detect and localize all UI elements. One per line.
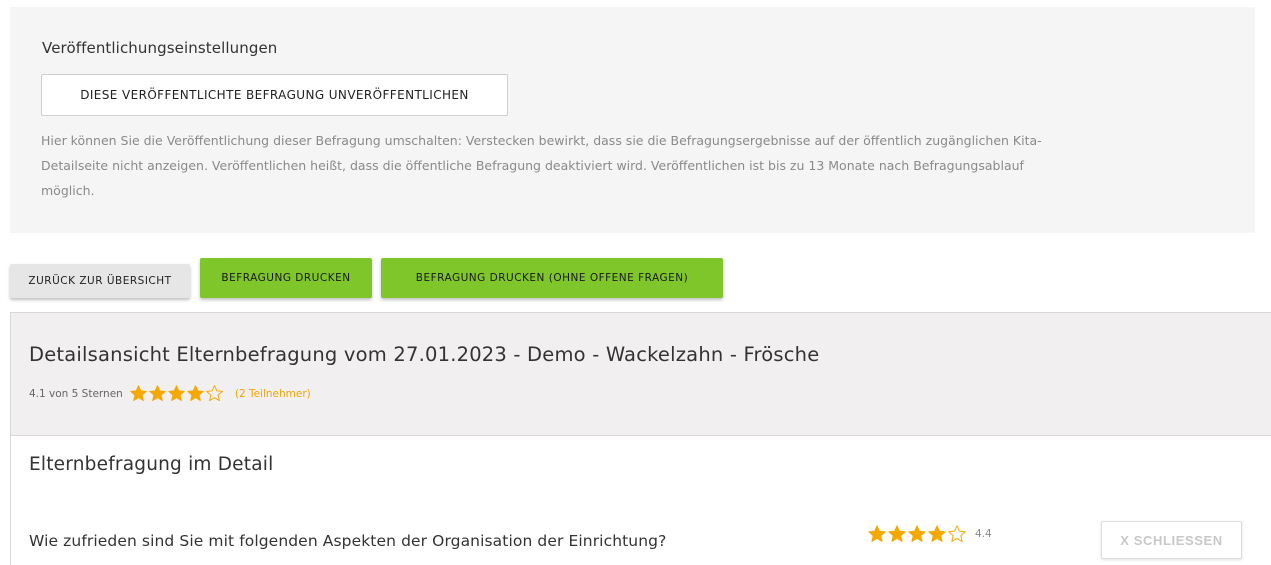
detail-section: Elternbefragung im Detail Wie zufrieden … bbox=[10, 436, 1271, 565]
star-empty-icon bbox=[205, 384, 224, 403]
publication-description-line: möglich. bbox=[41, 183, 95, 198]
star-filled-icon bbox=[148, 384, 167, 403]
question-rating: 4.4 bbox=[867, 524, 992, 544]
publication-settings-panel: Veröffentlichungseinstellungen DIESE VER… bbox=[10, 7, 1255, 233]
star-filled-icon bbox=[927, 524, 947, 544]
publication-description-line: Detailseite nicht anzeigen. Veröffentlic… bbox=[41, 158, 1024, 173]
star-filled-icon bbox=[129, 384, 148, 403]
star-filled-icon bbox=[167, 384, 186, 403]
publication-description: Hier können Sie die Veröffentlichung die… bbox=[41, 128, 1231, 203]
question-text: Wie zufrieden sind Sie mit folgenden Asp… bbox=[29, 532, 667, 550]
print-survey-without-open-questions-button[interactable]: BEFRAGUNG DRUCKEN (OHNE OFFENE FRAGEN) bbox=[381, 258, 723, 298]
star-filled-icon bbox=[867, 524, 887, 544]
page-title: Detailsansicht Elternbefragung vom 27.01… bbox=[29, 343, 820, 366]
star-empty-icon bbox=[947, 524, 967, 544]
close-button[interactable]: X SCHLIESSEN bbox=[1101, 521, 1242, 559]
overall-rating: 4.1 von 5 Sternen (2 Teilnehmer) bbox=[29, 384, 311, 403]
rating-text: 4.1 von 5 Sternen bbox=[29, 387, 123, 400]
detail-header: Detailsansicht Elternbefragung vom 27.01… bbox=[10, 312, 1271, 436]
question-score: 4.4 bbox=[975, 528, 992, 540]
print-survey-button[interactable]: BEFRAGUNG DRUCKEN bbox=[200, 258, 372, 298]
section-title: Elternbefragung im Detail bbox=[29, 454, 274, 475]
star-filled-icon bbox=[186, 384, 205, 403]
unpublish-button[interactable]: DIESE VERÖFFENTLICHTE BEFRAGUNG UNVERÖFF… bbox=[41, 74, 508, 116]
publication-settings-title: Veröffentlichungseinstellungen bbox=[42, 39, 278, 57]
participants-link[interactable]: (2 Teilnehmer) bbox=[235, 388, 311, 400]
star-filled-icon bbox=[887, 524, 907, 544]
back-to-overview-button[interactable]: ZURÜCK ZUR ÜBERSICHT bbox=[10, 264, 190, 298]
star-filled-icon bbox=[907, 524, 927, 544]
publication-description-line: Hier können Sie die Veröffentlichung die… bbox=[41, 133, 1042, 148]
star-rating bbox=[129, 384, 224, 403]
star-rating bbox=[867, 524, 967, 544]
